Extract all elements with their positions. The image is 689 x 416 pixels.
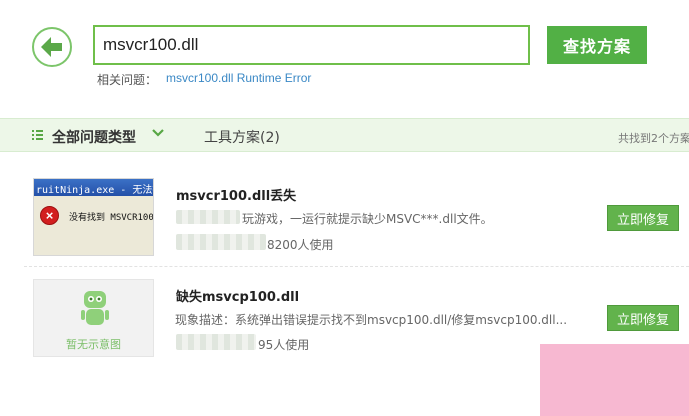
list-icon [32, 130, 43, 141]
search-input[interactable] [93, 25, 530, 65]
tab-tool-solutions[interactable]: 工具方案(2) [204, 127, 280, 147]
no-image-label: 暂无示意图 [66, 338, 121, 351]
chevron-down-icon[interactable] [152, 128, 164, 138]
result-title[interactable]: 缺失msvcp100.dll [176, 286, 299, 305]
filter-all-types[interactable]: 全部问题类型 [52, 127, 136, 147]
fix-now-button[interactable]: 立即修复 [607, 305, 679, 331]
overlay-patch [540, 344, 689, 416]
result-description: 玩游戏，一运行就提示缺少MSVC***.dll文件。 [242, 212, 493, 226]
result-title[interactable]: msvcr100.dll丢失 [176, 185, 296, 204]
search-button[interactable]: 查找方案 [547, 26, 647, 64]
filter-bar: 全部问题类型 工具方案(2) 共找到2个方案 [0, 118, 689, 152]
thumb-window-titlebar: ruitNinja.exe - 无法找到 [34, 179, 153, 196]
result-usage-count: 8200人使用 [267, 238, 334, 252]
fix-now-button[interactable]: 立即修复 [607, 205, 679, 231]
related-label: 相关问题： [97, 73, 158, 87]
blurred-text [176, 334, 256, 350]
error-icon: × [40, 206, 59, 225]
blurred-text [176, 210, 240, 224]
related-link[interactable]: msvcr100.dll Runtime Error [166, 71, 311, 85]
blurred-text [176, 234, 266, 250]
divider [24, 266, 689, 267]
result-thumbnail[interactable]: ruitNinja.exe - 无法找到 × 没有找到 MSVCR100.dll [33, 178, 154, 256]
back-button[interactable] [32, 27, 72, 67]
back-arrow-icon [41, 37, 62, 57]
thumb-window-title: ruitNinja.exe - 无法找到 [36, 185, 153, 196]
android-robot-icon [81, 291, 109, 325]
result-description: 现象描述：系统弹出错误提示找不到msvcp100.dll/修复msvcp100.… [175, 313, 568, 327]
result-thumbnail[interactable]: 暂无示意图 [33, 279, 154, 357]
result-usage-count: 95人使用 [258, 338, 310, 352]
result-count: 共找到2个方案 [618, 132, 689, 145]
thumb-message: 没有找到 MSVCR100.dll [69, 213, 154, 223]
